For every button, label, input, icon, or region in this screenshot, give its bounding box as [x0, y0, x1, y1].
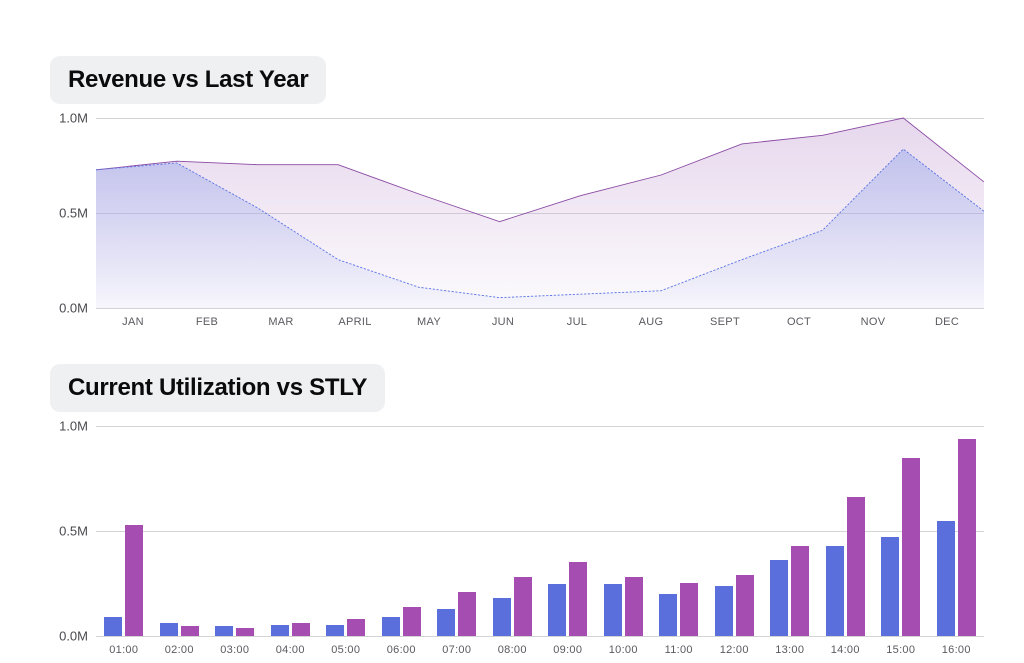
bar-stly: [403, 607, 421, 636]
x-tick-label: APRIL: [318, 316, 392, 328]
bar-stly: [736, 575, 754, 636]
bar-current: [104, 617, 122, 636]
x-tick-label: MAR: [244, 316, 318, 328]
x-tick-label: SEPT: [688, 316, 762, 328]
bar-group: [929, 426, 985, 636]
bar-stly: [347, 619, 365, 636]
x-tick-label: 16:00: [929, 644, 985, 656]
bar-group: [651, 426, 707, 636]
x-tick-label: 15:00: [873, 644, 929, 656]
revenue-section: Revenue vs Last Year 0.0M 0.5M 1.0M: [40, 56, 984, 308]
x-tick-label: 12:00: [707, 644, 763, 656]
x-tick-label: 06:00: [374, 644, 430, 656]
revenue-plot: [96, 118, 984, 308]
x-tick-label: JUL: [540, 316, 614, 328]
bar-stly: [958, 439, 976, 636]
y-tick-label: 1.0M: [59, 419, 88, 434]
x-tick-label: 08:00: [485, 644, 541, 656]
x-tick-label: 10:00: [596, 644, 652, 656]
bar-current: [826, 546, 844, 636]
bar-group: [707, 426, 763, 636]
bar-stly: [902, 458, 920, 636]
bar-group: [818, 426, 874, 636]
x-tick-label: 09:00: [540, 644, 596, 656]
x-tick-label: 07:00: [429, 644, 485, 656]
bar-stly: [236, 628, 254, 636]
x-tick-label: 11:00: [651, 644, 707, 656]
gridline: [96, 636, 984, 637]
revenue-title: Revenue vs Last Year: [50, 56, 326, 104]
bar-group: [152, 426, 208, 636]
bar-group: [429, 426, 485, 636]
bar-current: [326, 625, 344, 636]
bar-current: [437, 609, 455, 636]
revenue-x-axis: JANFEBMARAPRILMAYJUNJULAUGSEPTOCTNOVDEC: [96, 316, 984, 328]
bar-group: [374, 426, 430, 636]
bar-group: [207, 426, 263, 636]
bar-current: [659, 594, 677, 636]
bar-current: [271, 625, 289, 636]
bar-current: [604, 584, 622, 636]
bar-stly: [791, 546, 809, 636]
utilization-title: Current Utilization vs STLY: [50, 364, 385, 412]
bar-current: [770, 560, 788, 636]
bar-stly: [125, 525, 143, 636]
x-tick-label: 04:00: [263, 644, 319, 656]
utilization-x-axis: 01:0002:0003:0004:0005:0006:0007:0008:00…: [96, 644, 984, 656]
utilization-chart: 0.0M 0.5M 1.0M 01:0002:0003:0004:0005:00…: [40, 426, 984, 636]
x-tick-label: 02:00: [152, 644, 208, 656]
revenue-chart: 0.0M 0.5M 1.0M: [40, 118, 984, 308]
bar-current: [215, 626, 233, 636]
bar-stly: [680, 583, 698, 636]
x-tick-label: AUG: [614, 316, 688, 328]
utilization-plot: [96, 426, 984, 636]
x-tick-label: JUN: [466, 316, 540, 328]
bar-stly: [847, 497, 865, 636]
bar-group: [762, 426, 818, 636]
bar-current: [937, 521, 955, 636]
x-tick-label: JAN: [96, 316, 170, 328]
utilization-section: Current Utilization vs STLY 0.0M 0.5M 1.…: [40, 364, 984, 636]
gridline: [96, 308, 984, 309]
bar-group: [263, 426, 319, 636]
bar-stly: [458, 592, 476, 636]
x-tick-label: 13:00: [762, 644, 818, 656]
bar-group: [540, 426, 596, 636]
y-tick-label: 0.0M: [59, 629, 88, 644]
bar-current: [548, 584, 566, 636]
bar-current: [493, 598, 511, 636]
bar-current: [881, 537, 899, 636]
x-tick-label: 14:00: [818, 644, 874, 656]
x-tick-label: MAY: [392, 316, 466, 328]
bar-group: [318, 426, 374, 636]
y-tick-label: 1.0M: [59, 111, 88, 126]
dashboard-card: Revenue vs Last Year 0.0M 0.5M 1.0M: [0, 0, 1024, 663]
x-tick-label: OCT: [762, 316, 836, 328]
revenue-y-axis: 0.0M 0.5M 1.0M: [40, 118, 96, 308]
bar-current: [382, 617, 400, 636]
x-tick-label: DEC: [910, 316, 984, 328]
revenue-svg: [96, 118, 984, 308]
bar-stly: [292, 623, 310, 636]
x-tick-label: 05:00: [318, 644, 374, 656]
bar-stly: [514, 577, 532, 636]
y-tick-label: 0.5M: [59, 524, 88, 539]
bar-groups: [96, 426, 984, 636]
bar-stly: [569, 562, 587, 636]
bar-stly: [625, 577, 643, 636]
bar-group: [485, 426, 541, 636]
x-tick-label: 01:00: [96, 644, 152, 656]
x-tick-label: 03:00: [207, 644, 263, 656]
y-tick-label: 0.0M: [59, 301, 88, 316]
bar-group: [96, 426, 152, 636]
utilization-y-axis: 0.0M 0.5M 1.0M: [40, 426, 96, 636]
y-tick-label: 0.5M: [59, 206, 88, 221]
x-tick-label: NOV: [836, 316, 910, 328]
bar-current: [160, 623, 178, 636]
bar-stly: [181, 626, 199, 636]
bar-current: [715, 586, 733, 636]
bar-group: [873, 426, 929, 636]
x-tick-label: FEB: [170, 316, 244, 328]
bar-group: [596, 426, 652, 636]
